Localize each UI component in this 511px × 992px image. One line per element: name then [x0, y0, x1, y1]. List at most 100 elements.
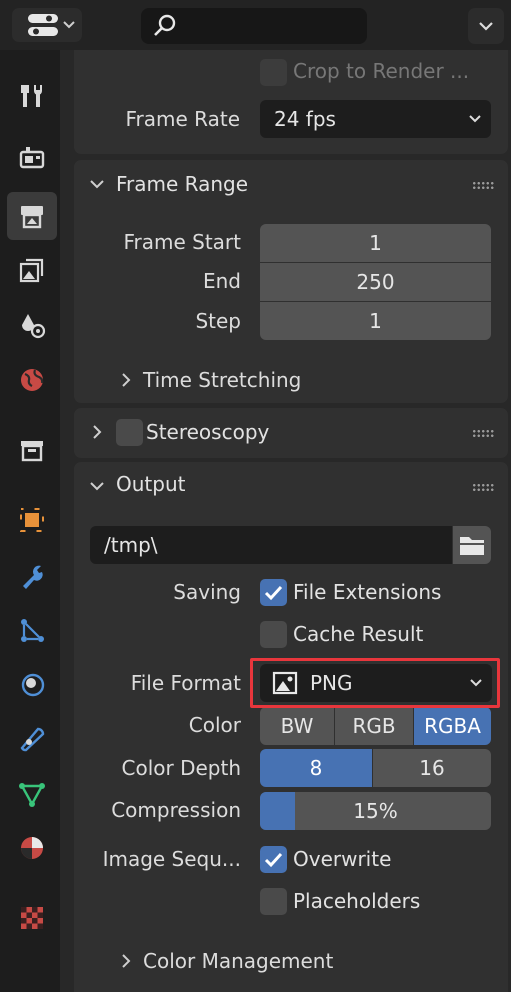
tab-scene[interactable]	[7, 302, 57, 350]
color-depth-label: Color Depth	[121, 756, 242, 780]
cache-result-label: Cache Result	[293, 622, 424, 646]
tab-tool[interactable]	[7, 72, 57, 120]
output-path-value: /tmp\	[104, 533, 158, 557]
color-management-subpanel[interactable]: Color Management	[116, 946, 476, 978]
output-title: Output	[116, 472, 186, 496]
time-stretching-label: Time Stretching	[143, 368, 302, 392]
color-depth-option-16[interactable]: 16	[373, 749, 491, 787]
properties-editor-icon	[28, 14, 75, 36]
placeholders-checkbox[interactable]	[260, 888, 287, 915]
search-icon	[154, 14, 176, 36]
output-panel: Output /tmp\ Saving File Extensions Cach…	[74, 462, 508, 992]
time-stretching-subpanel[interactable]: Time Stretching	[116, 365, 476, 397]
color-depth-selector: 8 16	[260, 749, 491, 787]
frame-range-panel: Frame Range Frame Start 1 End 250 Step 1…	[74, 160, 508, 403]
color-option-rgb-label: RGB	[352, 714, 396, 738]
tab-material[interactable]	[7, 824, 57, 872]
color-option-bw[interactable]: BW	[260, 707, 334, 745]
frame-rate-dropdown[interactable]: 24 fps	[260, 100, 491, 138]
tab-collection[interactable]	[7, 426, 57, 474]
file-extensions-label: File Extensions	[293, 580, 442, 604]
tab-texture[interactable]	[7, 894, 57, 942]
tool-icon	[21, 85, 42, 107]
world-icon	[21, 369, 44, 391]
header-options-dropdown[interactable]	[468, 8, 504, 44]
file-extensions-checkbox[interactable]	[260, 579, 287, 606]
browse-folder-button[interactable]	[453, 526, 491, 564]
frame-rate-value: 24 fps	[274, 107, 336, 131]
particles-icon	[21, 619, 44, 642]
color-option-rgb[interactable]: RGB	[335, 707, 413, 745]
stereoscopy-checkbox[interactable]	[116, 419, 143, 446]
view-layer-icon	[19, 258, 44, 283]
output-header[interactable]: Output	[74, 462, 508, 512]
compression-fill	[260, 792, 295, 830]
folder-icon	[460, 537, 484, 555]
frame-rate-label: Frame Rate	[125, 107, 240, 131]
compression-slider[interactable]: 15%	[260, 792, 491, 830]
material-icon	[21, 837, 43, 859]
chevron-down-icon	[479, 22, 493, 31]
saving-label: Saving	[173, 580, 241, 604]
chevron-down-icon	[469, 115, 481, 123]
chevron-down-icon	[90, 180, 104, 189]
overwrite-label: Overwrite	[293, 847, 392, 871]
image-icon	[272, 671, 298, 695]
compression-value: 15%	[353, 799, 398, 823]
chevron-right-icon	[93, 425, 102, 439]
search-input[interactable]	[141, 8, 367, 44]
stereoscopy-header[interactable]: Stereoscopy	[74, 408, 508, 458]
frame-step-value: 1	[369, 309, 382, 333]
color-label: Color	[188, 713, 241, 737]
drag-handle-icon[interactable]	[472, 181, 494, 191]
cache-result-checkbox[interactable]	[260, 621, 287, 648]
collection-icon	[21, 441, 43, 462]
mesh-data-icon	[19, 783, 45, 807]
tab-data[interactable]	[7, 770, 57, 818]
chevron-right-icon	[122, 373, 131, 387]
format-panel: Crop to Render ... Frame Rate 24 fps	[74, 50, 508, 154]
frame-start-field[interactable]: 1	[260, 224, 491, 262]
editor-type-button[interactable]	[12, 8, 82, 42]
color-mode-selector: BW RGB RGBA	[260, 707, 491, 745]
tab-world[interactable]	[7, 356, 57, 404]
tab-physics[interactable]	[7, 660, 57, 708]
frame-range-title: Frame Range	[116, 172, 249, 196]
file-format-dropdown[interactable]: PNG	[260, 664, 492, 702]
file-format-label: File Format	[130, 671, 241, 695]
drag-handle-icon[interactable]	[472, 483, 494, 493]
frame-start-label: Frame Start	[123, 230, 241, 254]
physics-icon	[21, 673, 45, 697]
color-depth-16-label: 16	[419, 756, 445, 780]
crop-to-render-checkbox[interactable]	[260, 59, 287, 86]
color-option-rgba[interactable]: RGBA	[414, 707, 491, 745]
frame-step-label: Step	[195, 309, 241, 333]
tab-modifiers[interactable]	[7, 552, 57, 600]
frame-end-value: 250	[356, 270, 395, 294]
frame-end-field[interactable]: 250	[260, 263, 491, 301]
color-management-label: Color Management	[143, 949, 334, 973]
chevron-right-icon	[122, 954, 131, 968]
placeholders-label: Placeholders	[293, 889, 421, 913]
color-option-bw-label: BW	[280, 714, 314, 738]
properties-tab-bar	[0, 50, 60, 992]
constraints-icon	[20, 727, 45, 752]
scene-icon	[22, 314, 46, 339]
checkmark-icon	[264, 585, 283, 601]
tab-view-layer[interactable]	[7, 246, 57, 294]
tab-output[interactable]	[7, 192, 57, 240]
output-path-field[interactable]: /tmp\	[90, 526, 452, 564]
tab-particles[interactable]	[7, 606, 57, 654]
tab-object[interactable]	[7, 496, 57, 544]
color-depth-8-label: 8	[309, 756, 323, 780]
frame-step-field[interactable]: 1	[260, 302, 491, 340]
frame-range-header[interactable]: Frame Range	[74, 160, 508, 210]
drag-handle-icon[interactable]	[472, 429, 494, 439]
color-depth-option-8[interactable]: 8	[260, 749, 372, 787]
crop-to-render-label: Crop to Render ...	[293, 59, 470, 83]
tab-render[interactable]	[7, 134, 57, 182]
tab-constraints[interactable]	[7, 714, 57, 762]
chevron-down-icon	[90, 482, 104, 491]
texture-icon	[21, 907, 43, 929]
overwrite-checkbox[interactable]	[260, 846, 287, 873]
